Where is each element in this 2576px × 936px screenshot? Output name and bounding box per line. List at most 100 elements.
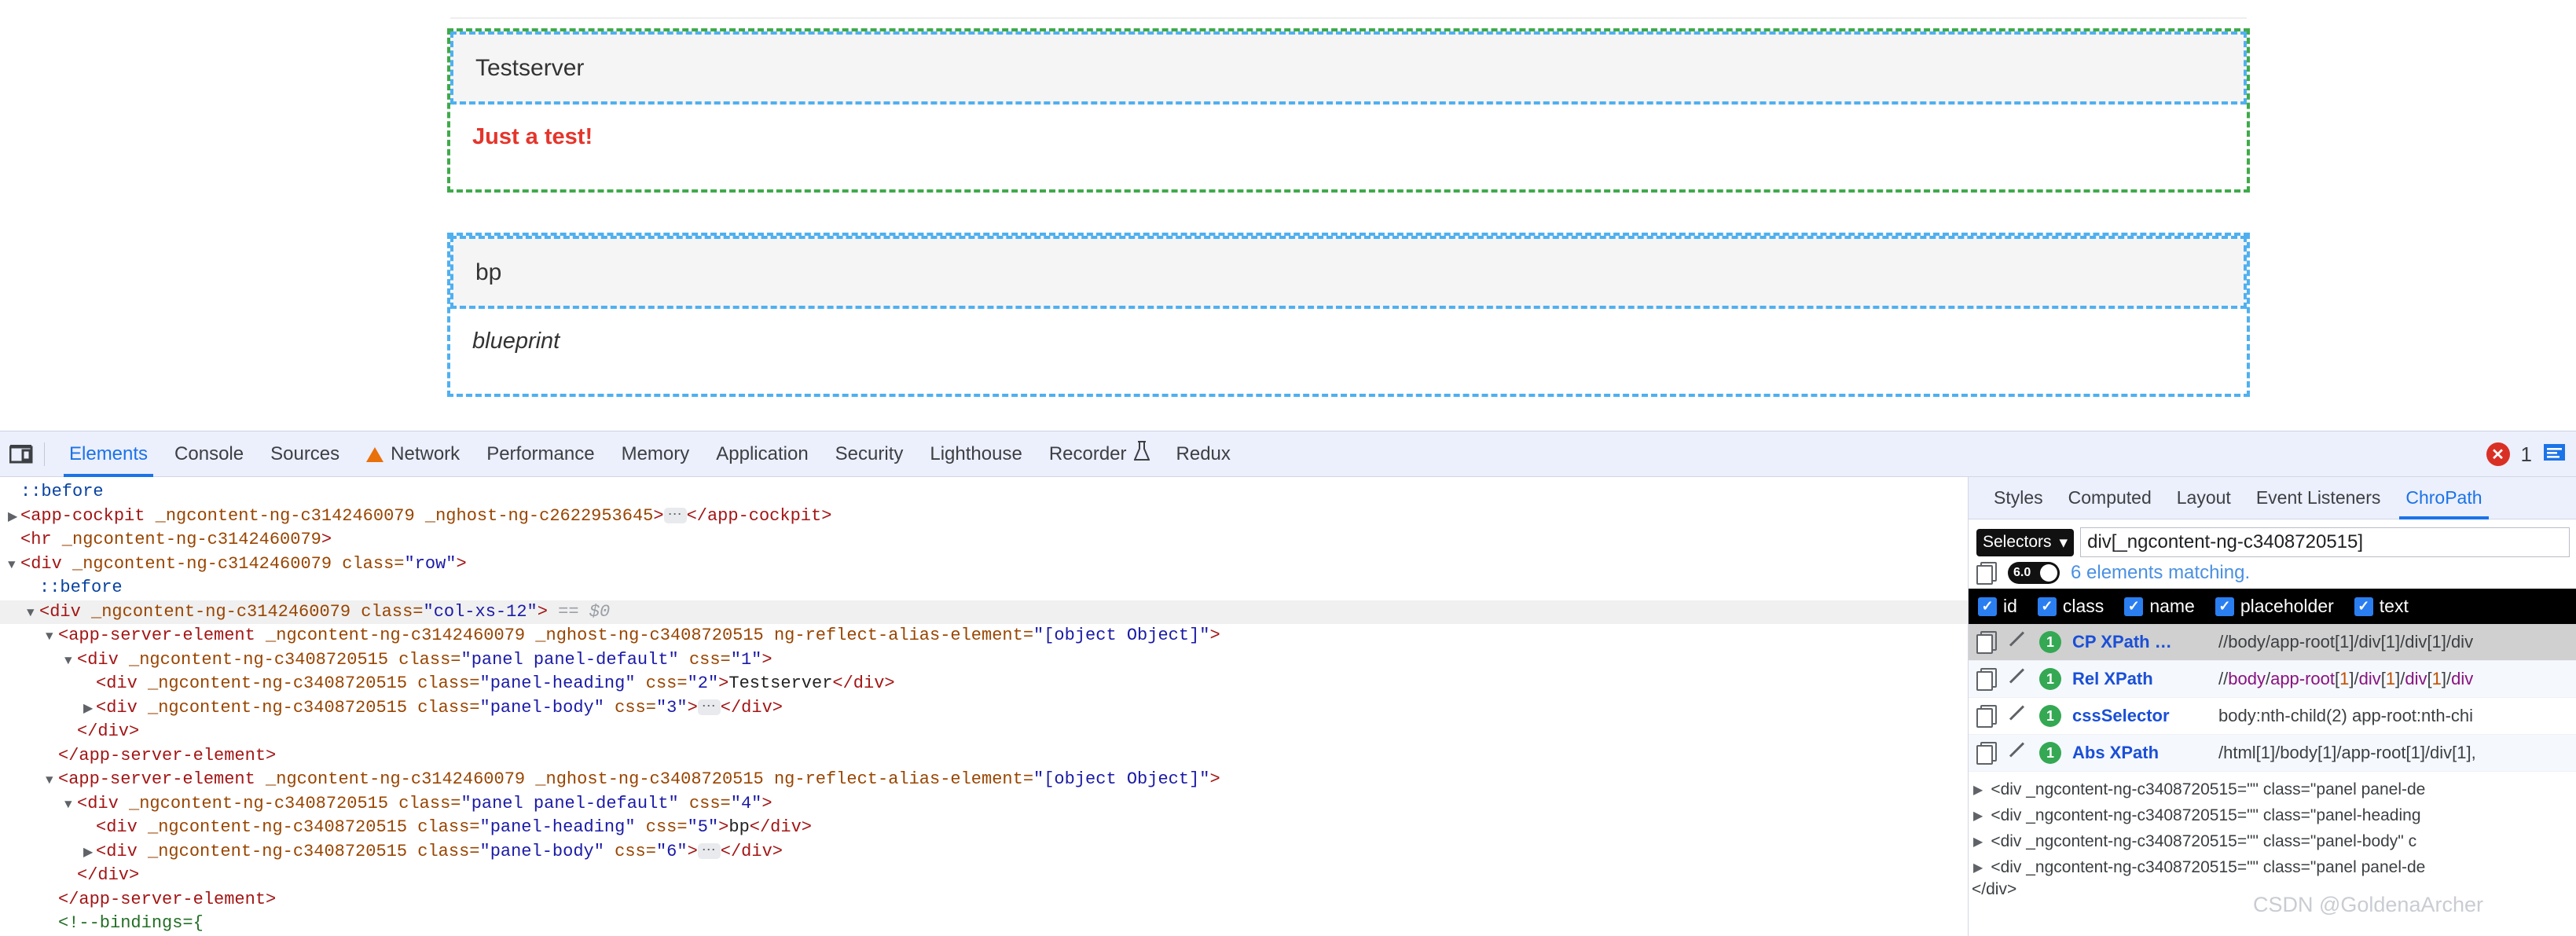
dom-node[interactable]: </div> (0, 720, 1968, 744)
dom-node[interactable]: <!--bindings={ (0, 912, 1968, 936)
copy-icon[interactable] (1976, 668, 1997, 691)
edit-pencil-icon[interactable] (2008, 743, 2028, 763)
dom-node[interactable]: <div _ngcontent-ng-c3142460079 class="co… (0, 600, 1968, 626)
matching-element-item[interactable]: ▶ <div _ngcontent-ng-c3408720515="" class… (1973, 854, 2573, 880)
devtools-tab-lighthouse[interactable]: Lighthouse (916, 431, 1035, 477)
expand-arrow-icon[interactable]: ▶ (1973, 834, 1983, 850)
expand-ellipsis-icon[interactable]: ⋯ (697, 699, 721, 715)
sidebar-tab-chropath[interactable]: ChroPath (2393, 477, 2494, 519)
copy-icon[interactable] (1976, 631, 1997, 654)
collapse-arrow-icon[interactable] (46, 624, 58, 649)
copy-icon[interactable] (1976, 705, 1997, 728)
matching-element-item[interactable]: ▶ <div _ngcontent-ng-c3408720515="" class… (1973, 776, 2573, 802)
dom-node[interactable]: <div _ngcontent-ng-c3142460079 class="ro… (0, 552, 1968, 577)
dom-node[interactable]: <div _ngcontent-ng-c3408720515 class="pa… (0, 696, 1968, 721)
sidebar-tab-event-listeners[interactable]: Event Listeners (2244, 477, 2394, 519)
devtools-tab-elements[interactable]: Elements (56, 431, 161, 477)
dom-node[interactable]: <div _ngcontent-ng-c3408720515 class="pa… (0, 840, 1968, 864)
selector-type-dropdown[interactable]: Selectors ▾ (1976, 528, 2075, 556)
filter-id[interactable]: ✓ id (1978, 596, 2017, 617)
devtools-tab-redux[interactable]: Redux (1163, 431, 1244, 477)
collapse-arrow-icon[interactable] (64, 648, 77, 674)
checkbox-checked-icon[interactable]: ✓ (2215, 596, 2234, 616)
expand-arrow-icon[interactable] (8, 505, 20, 530)
edit-pencil-icon[interactable] (2008, 706, 2028, 726)
checkbox-checked-icon[interactable]: ✓ (1978, 596, 1997, 616)
dom-node[interactable]: </app-server-element> (0, 888, 1968, 912)
expand-ellipsis-icon[interactable]: ⋯ (663, 507, 687, 523)
dom-node[interactable]: <div _ngcontent-ng-c3408720515 class="pa… (0, 672, 1968, 696)
dom-node[interactable]: </app-server-element> (0, 744, 1968, 769)
matching-element-item[interactable]: ▶ <div _ngcontent-ng-c3408720515="" class… (1973, 828, 2573, 854)
dock-panel-icon[interactable] (3, 444, 39, 464)
collapse-arrow-icon[interactable] (8, 552, 20, 578)
checkbox-checked-icon[interactable]: ✓ (2124, 596, 2144, 616)
edit-pencil-icon[interactable] (2008, 669, 2028, 689)
collapse-arrow-icon[interactable] (46, 768, 58, 793)
expand-arrow-icon[interactable]: ▶ (1973, 782, 1983, 798)
xpath-row[interactable]: 1 CP XPath … //body/app-root[1]/div[1]/div… (1969, 624, 2576, 661)
sidebar-tab-layout[interactable]: Layout (2164, 477, 2244, 519)
matching-element-text: <div _ngcontent-ng-c3408720515="" class=… (1991, 831, 2417, 850)
dom-token-attr: _ngcontent-ng-c3408720515 (137, 674, 408, 693)
matching-element-text: <div _ngcontent-ng-c3408720515="" class=… (1991, 780, 2426, 798)
panel-1-body-text: Just a test! (472, 124, 593, 149)
edit-pencil-icon[interactable] (2008, 632, 2028, 652)
checkbox-checked-icon[interactable]: ✓ (2354, 596, 2373, 616)
expand-arrow-icon[interactable]: ▶ (1973, 860, 1983, 875)
checkbox-checked-icon[interactable]: ✓ (2037, 596, 2057, 616)
devtools-tab-network[interactable]: Network (353, 431, 473, 477)
dom-node[interactable]: </div> (0, 864, 1968, 888)
matching-element-item[interactable]: ▶ <div _ngcontent-ng-c3408720515="" class… (1973, 802, 2573, 828)
server-element-panel-1[interactable]: Testserver Just a test! (447, 28, 2250, 193)
devtools-tab-sources[interactable]: Sources (257, 431, 353, 477)
dom-token-attr: css= (678, 649, 731, 670)
xpath-row[interactable]: 1 cssSelector body:nth-child(2) app-root:n… (1969, 698, 2576, 735)
dom-node[interactable]: <app-cockpit _ngcontent-ng-c3142460079 _… (0, 505, 1968, 529)
copy-icon[interactable] (1976, 562, 1997, 585)
filter-class[interactable]: ✓ class (2037, 596, 2104, 617)
dom-node[interactable]: ::before (0, 480, 1968, 505)
dom-node[interactable]: <app-server-element _ngcontent-ng-c31424… (0, 768, 1968, 792)
dom-token-tag: > (456, 553, 467, 574)
dom-node[interactable]: <div _ngcontent-ng-c3408720515 class="pa… (0, 648, 1968, 673)
match-count-badge: 1 (2039, 742, 2061, 764)
devtools-tab-security[interactable]: Security (822, 431, 917, 477)
console-drawer-icon[interactable] (2543, 442, 2567, 467)
sidebar-tab-computed[interactable]: Computed (2056, 477, 2164, 519)
dom-tree[interactable]: ::before<app-cockpit _ngcontent-ng-c3142… (0, 477, 1968, 936)
error-circle-icon[interactable]: ✕ (2486, 442, 2510, 466)
devtools-tab-recorder[interactable]: Recorder (1036, 431, 1163, 477)
expand-arrow-icon[interactable] (83, 840, 96, 865)
version-toggle[interactable]: 6.0 (2008, 562, 2060, 584)
filter-text[interactable]: ✓ text (2354, 596, 2409, 617)
app-preview-area: Testserver Just a test! bp blueprint (0, 0, 2576, 431)
devtools-tab-application[interactable]: Application (703, 431, 821, 477)
devtools-tab-performance[interactable]: Performance (473, 431, 607, 477)
xpath-row[interactable]: 1 Rel XPath //body/app-root[1]/div[1]/div[… (1969, 661, 2576, 698)
dom-node[interactable]: <div _ngcontent-ng-c3408720515 class="pa… (0, 816, 1968, 840)
filter-label: id (2003, 596, 2017, 616)
dom-token-val: "col-xs-12" (423, 601, 538, 622)
dom-token-val: "1" (730, 649, 762, 670)
dom-token-val: "[object Object]" (1033, 769, 1210, 789)
xpath-row[interactable]: 1 Abs XPath/html[1]/body[1]/app-root[1]/d… (1969, 735, 2576, 772)
expand-ellipsis-icon[interactable]: ⋯ (697, 842, 721, 859)
dom-node[interactable]: <div _ngcontent-ng-c3408720515 class="pa… (0, 792, 1968, 817)
dom-token-attr: _ngcontent-ng-c3142460079 (255, 769, 526, 789)
dom-node[interactable]: <hr _ngcontent-ng-c3142460079> (0, 528, 1968, 552)
collapse-arrow-icon[interactable] (64, 792, 77, 817)
filter-placeholder[interactable]: ✓ placeholder (2215, 596, 2334, 617)
expand-arrow-icon[interactable] (83, 696, 96, 721)
devtools-tab-memory[interactable]: Memory (608, 431, 703, 477)
filter-name[interactable]: ✓ name (2124, 596, 2195, 617)
copy-icon[interactable] (1976, 742, 1997, 765)
expand-arrow-icon[interactable]: ▶ (1973, 808, 1983, 824)
collapse-arrow-icon[interactable] (27, 600, 39, 626)
dom-node[interactable]: ::before (0, 576, 1968, 600)
selector-input[interactable] (2080, 527, 2570, 557)
devtools-tab-console[interactable]: Console (161, 431, 257, 477)
sidebar-tab-styles[interactable]: Styles (1981, 477, 2056, 519)
dom-node[interactable]: <app-server-element _ngcontent-ng-c31424… (0, 624, 1968, 648)
server-element-panel-2[interactable]: bp blueprint (447, 233, 2250, 397)
